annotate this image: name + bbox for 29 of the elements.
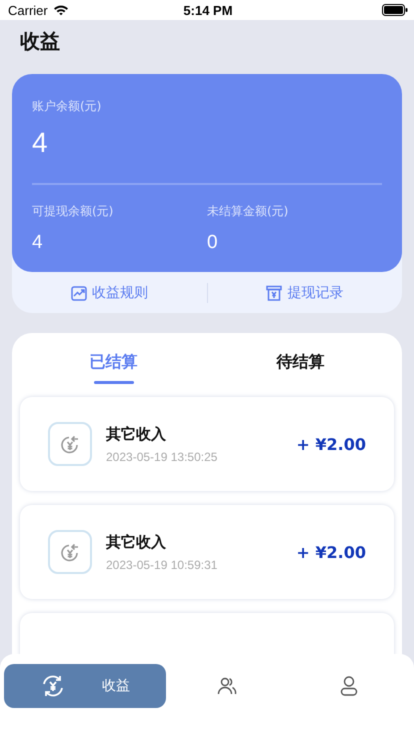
- stat-label: 可提现余额(元): [32, 203, 114, 220]
- wallet-link[interactable]: 提现记录: [208, 284, 402, 302]
- record-title: 其它收入: [106, 424, 167, 444]
- carrier-label: Carrier: [8, 2, 48, 18]
- tab[interactable]: 待结算: [207, 333, 394, 397]
- tab-bar-item[interactable]: 收益: [4, 664, 166, 708]
- tab[interactable]: 已结算: [20, 333, 207, 397]
- yuan-box-icon: [266, 284, 282, 300]
- page-title: 收益: [20, 28, 61, 54]
- people-icon: [217, 677, 237, 695]
- wifi-icon: [52, 4, 69, 16]
- record-time: 2023-05-19 13:50:25: [106, 450, 218, 464]
- stat-value: 4: [32, 232, 43, 254]
- stat-value: 0: [207, 232, 218, 254]
- record-card[interactable]: 其它收入 2023-05-19 13:50:25 + ¥2.00: [20, 397, 394, 491]
- battery-icon: [382, 4, 408, 16]
- record-time: 2023-05-19 10:59:31: [106, 558, 218, 572]
- record-card[interactable]: 其它收入 2023-05-19 10:59:31 + ¥2.00: [20, 505, 394, 599]
- user-icon: [340, 676, 358, 696]
- record-title: 其它收入: [106, 532, 167, 552]
- wallet-link[interactable]: 收益规则: [12, 284, 206, 302]
- yuan-cycle-icon: [40, 673, 66, 699]
- record-amount: + ¥2.00: [296, 434, 366, 454]
- chart-icon: [70, 284, 87, 300]
- status-time: 5:14 PM: [183, 2, 233, 18]
- record-amount: + ¥2.00: [296, 542, 366, 562]
- stat-label: 未结算金额(元): [207, 203, 288, 220]
- balance-label: 账户余额(元): [32, 98, 102, 115]
- balance-value: 4: [32, 127, 49, 160]
